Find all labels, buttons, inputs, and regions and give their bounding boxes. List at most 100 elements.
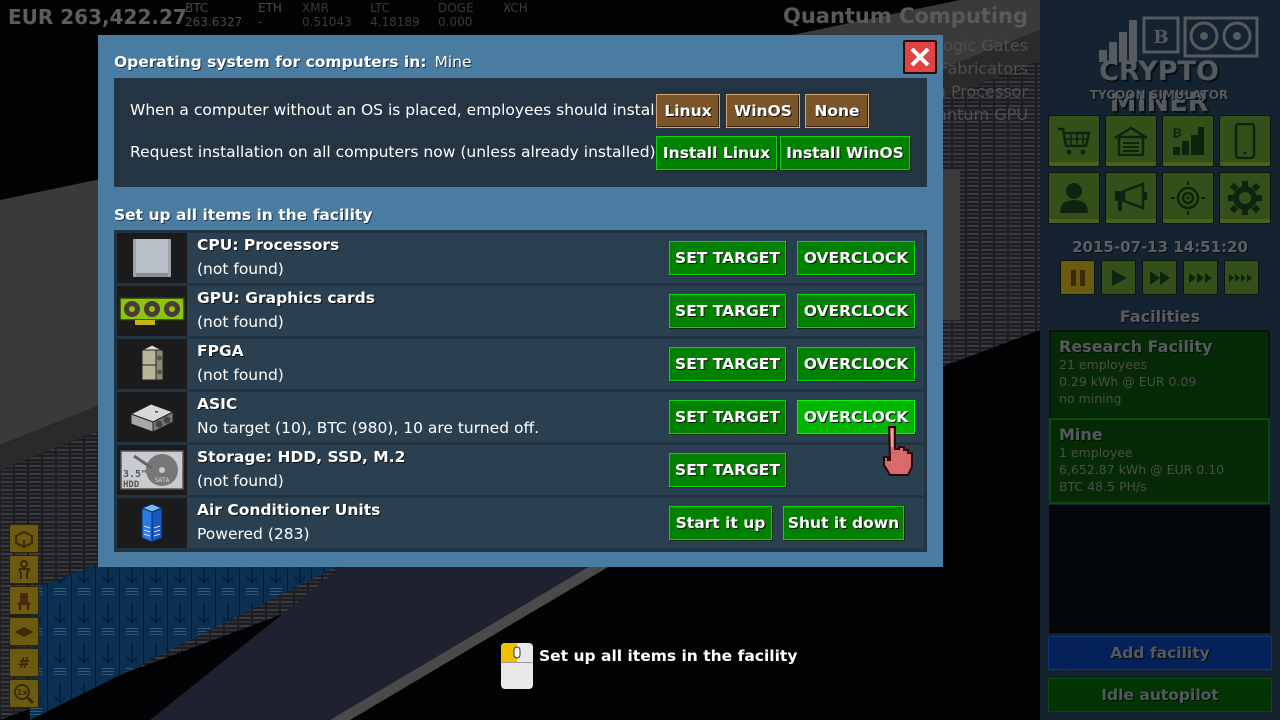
tool-grid[interactable]: #: [9, 648, 39, 677]
item-name: GPU: Graphics cards: [197, 289, 375, 307]
shop-button[interactable]: [1048, 115, 1100, 167]
item-thumb: [117, 339, 187, 389]
item-name: CPU: Processors: [197, 236, 340, 254]
air-conditioner-icon: [140, 503, 164, 543]
speed-2x-button[interactable]: [1142, 260, 1177, 295]
coin-value: 0.000: [438, 15, 473, 29]
item-status: (not found): [197, 472, 284, 490]
employees-button[interactable]: [1048, 172, 1100, 224]
marketing-megaphone-icon: [1115, 182, 1147, 211]
facility-card-mine[interactable]: Mine 1 employee 6,652.87 kWh @ EUR 0.10 …: [1049, 418, 1270, 504]
plus-icon: [1057, 642, 1083, 666]
coin-value: 4.18189: [370, 15, 420, 29]
marketing-button[interactable]: [1105, 172, 1157, 224]
install-linux-button[interactable]: Install Linux: [656, 136, 777, 170]
fast-forward-icon: [1149, 270, 1170, 285]
zoom-1x-icon: 1x: [14, 683, 35, 704]
facility-employees: 21 employees: [1059, 357, 1148, 372]
coin-value: -: [258, 15, 263, 29]
item-status: (not found): [197, 313, 284, 331]
items-list: CPU: Processors (not found) SET TARGET O…: [114, 230, 927, 552]
walls-icon: [15, 530, 33, 548]
settings-button[interactable]: [1219, 172, 1271, 224]
start-it-up-button[interactable]: Start it up: [669, 506, 772, 540]
coin-symbol: BTC: [185, 1, 209, 15]
logo-title: CRYPTO MINER: [1099, 56, 1219, 118]
coin-symbol: ETH: [258, 1, 282, 15]
overclock-button[interactable]: OVERCLOCK: [797, 294, 915, 328]
coin-btc: BTC 263.6327: [185, 1, 242, 29]
facility-garage-icon: [1114, 126, 1148, 156]
right-sidebar: B CRYPTO MINER TYCOON SIMULATOR ₿ 2015-0…: [1040, 0, 1280, 720]
install-winos-button[interactable]: Install WinOS: [780, 136, 910, 170]
facility-card-research[interactable]: Research Facility 21 employees 0.29 kWh …: [1049, 330, 1270, 419]
item-row-asic: ASIC No target (10), BTC (980), 10 are t…: [117, 392, 924, 442]
item-name: ASIC: [197, 395, 238, 413]
tool-walls[interactable]: [9, 524, 39, 553]
svg-text:₿: ₿: [1172, 126, 1182, 140]
item-thumb: [117, 233, 187, 283]
idle-autopilot-button[interactable]: Idle autopilot: [1048, 678, 1272, 712]
item-name: Air Conditioner Units: [197, 501, 381, 519]
tool-floor[interactable]: [9, 617, 39, 646]
grid-icon: #: [17, 653, 31, 672]
set-target-button[interactable]: SET TARGET: [669, 347, 786, 381]
target-crosshair-icon: [1171, 181, 1205, 215]
item-name: Storage: HDD, SSD, M.2: [197, 448, 406, 466]
coin-ltc: LTC 4.18189: [370, 1, 420, 29]
svg-text:1x: 1x: [17, 688, 29, 697]
employee-icon: [18, 559, 31, 579]
default-os-none-button[interactable]: None: [805, 94, 869, 128]
game-datetime: 2015-07-13 14:51:20: [1072, 238, 1248, 256]
coin-xmr: XMR 0.51043: [302, 1, 352, 29]
research-item[interactable]: m Processor: [930, 80, 1028, 103]
research-item[interactable]: Fabricators: [930, 57, 1028, 80]
shut-it-down-button[interactable]: Shut it down: [783, 506, 904, 540]
tool-zoom[interactable]: 1x: [9, 679, 39, 708]
coin-eth: ETH -: [258, 1, 282, 29]
coin-symbol: XMR: [302, 1, 329, 15]
research-item[interactable]: Logic Gates: [930, 34, 1028, 57]
market-stats-button[interactable]: ₿: [1162, 115, 1214, 167]
facilities-title: Facilities: [1119, 307, 1201, 326]
targeting-button[interactable]: [1162, 172, 1214, 224]
research-list: Logic Gates Fabricators m Processor antu…: [930, 34, 1028, 126]
coin-symbol: LTC: [370, 1, 391, 15]
item-status: (not found): [197, 260, 284, 278]
asic-icon: [129, 403, 175, 433]
hand-pointer-icon: [883, 426, 913, 476]
item-row-air-conditioner: Air Conditioner Units Powered (283) Star…: [117, 498, 924, 548]
tool-furniture[interactable]: [9, 586, 39, 615]
pause-button[interactable]: [1060, 260, 1095, 295]
item-thumb: [117, 286, 187, 336]
coin-xch: XCH: [503, 1, 528, 15]
overclock-button[interactable]: OVERCLOCK: [797, 347, 915, 381]
item-status: (not found): [197, 366, 284, 384]
settings-gear-icon: [1228, 181, 1262, 215]
set-target-button[interactable]: SET TARGET: [669, 400, 786, 434]
coin-symbol: XCH: [503, 1, 528, 15]
default-os-winos-button[interactable]: WinOS: [726, 94, 800, 128]
coin-symbol: DOGE: [438, 1, 474, 15]
item-thumb: 3.5" HDD SATA: [117, 445, 187, 495]
close-button[interactable]: [903, 40, 937, 74]
set-target-button[interactable]: SET TARGET: [669, 453, 786, 487]
overclock-button[interactable]: OVERCLOCK: [797, 241, 915, 275]
item-row-cpu: CPU: Processors (not found) SET TARGET O…: [117, 233, 924, 283]
set-target-button[interactable]: SET TARGET: [669, 294, 786, 328]
speed-1x-button[interactable]: [1101, 260, 1136, 295]
furniture-chair-icon: [18, 592, 30, 610]
os-facility-name: Mine: [434, 53, 472, 71]
set-target-button[interactable]: SET TARGET: [669, 241, 786, 275]
research-item[interactable]: antum GPU: [930, 103, 1028, 126]
default-os-linux-button[interactable]: Linux: [656, 94, 720, 128]
facilities-button[interactable]: [1105, 115, 1157, 167]
speed-3x-button[interactable]: [1183, 260, 1218, 295]
shop-cart-icon: [1058, 127, 1091, 155]
phone-button[interactable]: [1219, 115, 1271, 167]
speed-4x-button[interactable]: [1224, 260, 1259, 295]
research-title[interactable]: Quantum Computing: [783, 4, 1028, 28]
add-facility-button[interactable]: Add facility: [1048, 636, 1272, 670]
facility-power: 0.29 kWh @ EUR 0.09: [1059, 374, 1197, 389]
tool-employee[interactable]: [9, 555, 39, 584]
